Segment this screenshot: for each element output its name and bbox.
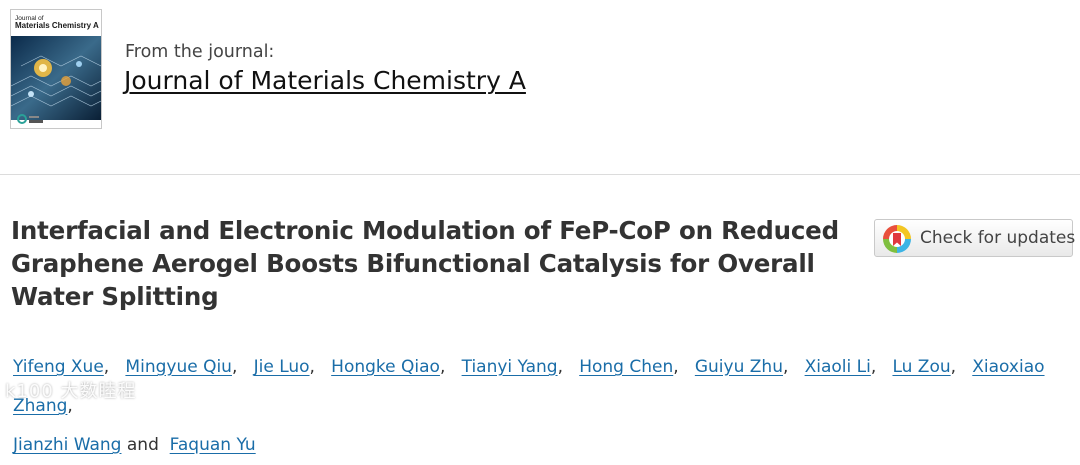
author-link[interactable]: Xiaoli Li bbox=[805, 357, 871, 377]
author-link[interactable]: Jianzhi Wang bbox=[13, 435, 121, 455]
author-link[interactable]: Lu Zou bbox=[892, 357, 950, 377]
and-word: and bbox=[126, 435, 159, 455]
journal-name-link[interactable]: Journal of Materials Chemistry A bbox=[124, 66, 526, 95]
logo-text-mark bbox=[29, 120, 43, 123]
check-for-updates-button[interactable]: Check for updates bbox=[874, 219, 1076, 257]
author-list: Yifeng Xue, Mingyue Qiu, Jie Luo, Hongke… bbox=[13, 357, 1045, 455]
author-link[interactable]: Jie Luo bbox=[254, 357, 310, 377]
author-link[interactable]: Guiyu Zhu bbox=[695, 357, 783, 377]
cover-artwork bbox=[11, 36, 101, 120]
author-link[interactable]: Hong Chen bbox=[579, 357, 673, 377]
author-link[interactable]: Mingyue Qiu bbox=[125, 357, 232, 377]
from-journal-label: From the journal: bbox=[125, 42, 275, 62]
rsc-logo-icon bbox=[17, 114, 27, 124]
crossmark-icon bbox=[883, 225, 911, 253]
author-link[interactable]: Hongke Qiao bbox=[331, 357, 440, 377]
article-title: Interfacial and Electronic Modulation of… bbox=[11, 216, 839, 311]
author-link[interactable]: Tianyi Yang bbox=[462, 357, 558, 377]
logo-text-mark bbox=[29, 116, 39, 118]
section-divider bbox=[0, 174, 1080, 175]
check-for-updates-label: Check for updates bbox=[920, 228, 1076, 248]
author-link[interactable]: Faquan Yu bbox=[170, 435, 256, 455]
journal-cover-image[interactable]: Journal of Materials Chemistry A bbox=[10, 9, 102, 129]
cover-title: Journal of Materials Chemistry A bbox=[15, 15, 99, 30]
cover-title-line2: Materials Chemistry A bbox=[15, 21, 99, 30]
author-link[interactable]: Yifeng Xue bbox=[13, 357, 104, 377]
